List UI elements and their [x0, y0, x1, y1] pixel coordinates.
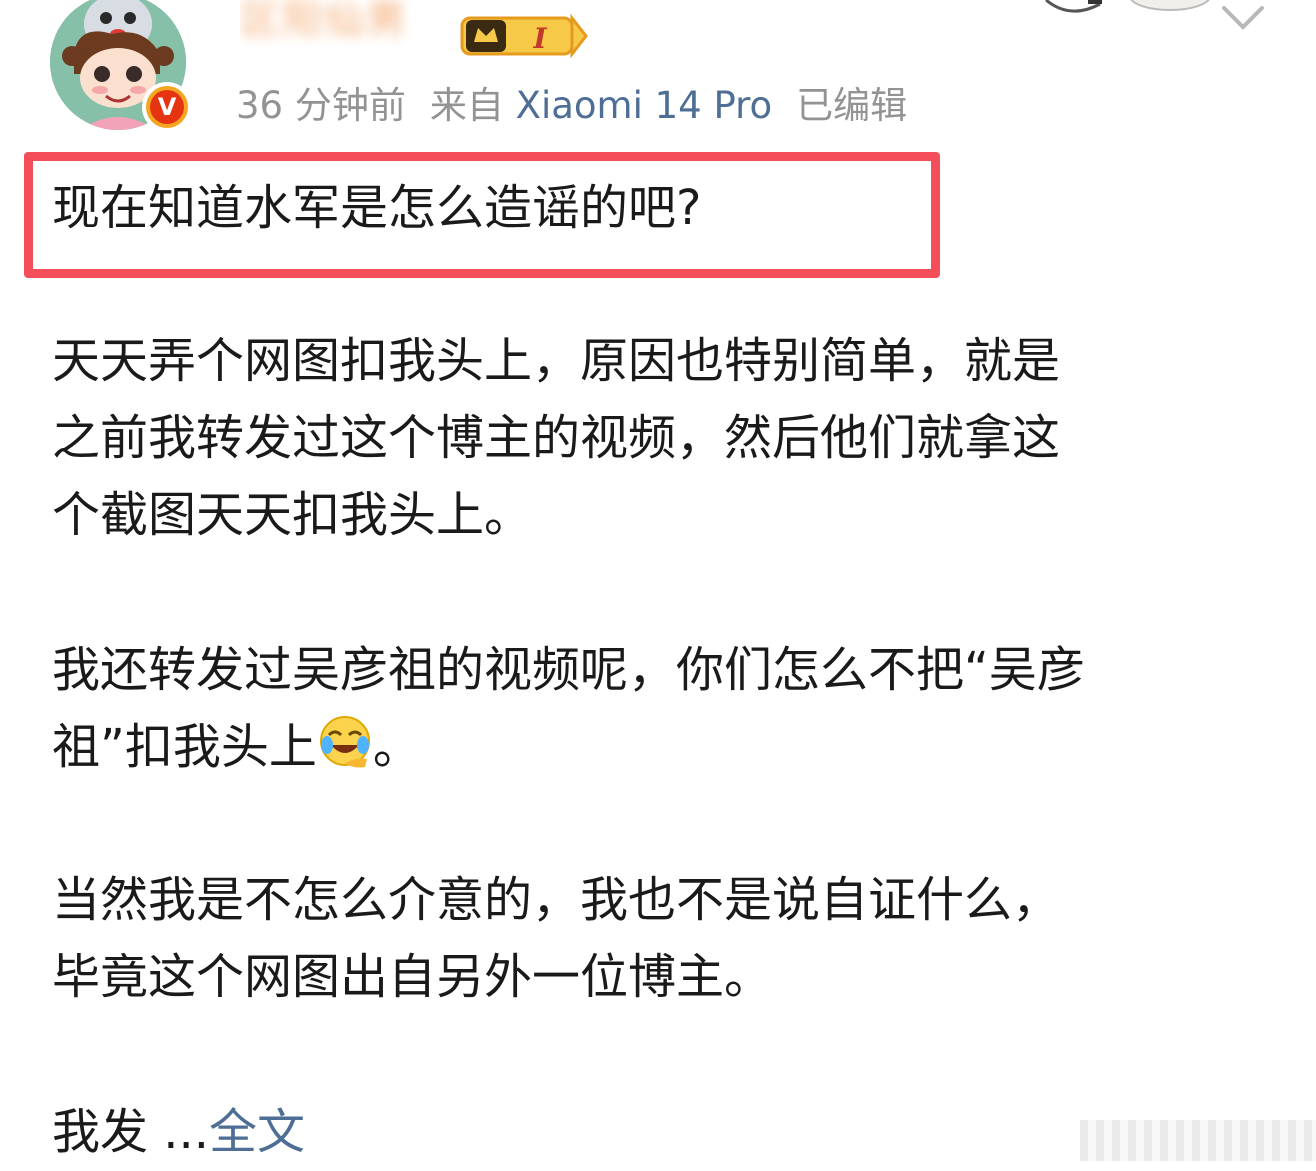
post-line: 当然我是不怎么介意的，我也不是说自证什么，: [52, 872, 1061, 928]
bottom-edge-artifact: [1080, 1120, 1316, 1161]
username[interactable]: 区阳仙男: [240, 0, 450, 56]
verified-mark: V: [150, 90, 184, 124]
post-line: 个截图天天扣我头上。: [52, 487, 533, 543]
post-line-text: 祖”扣我头上: [52, 719, 317, 775]
post-line: 祖”扣我头上 。: [52, 709, 1085, 786]
level-badge-text: I: [532, 22, 547, 55]
post-edited-label[interactable]: 已编辑: [796, 84, 907, 127]
post-line: 天天弄个网图扣我头上，原因也特别简单，就是: [52, 333, 1061, 389]
user-avatar-wrap[interactable]: V: [50, 0, 192, 134]
post-paragraph-1: 天天弄个网图扣我头上，原因也特别简单，就是 之前我转发过这个博主的视频，然后他们…: [52, 323, 1060, 554]
crown-level-badge-icon[interactable]: I: [460, 12, 590, 60]
post-line-punctuation: 。: [372, 719, 421, 775]
chevron-down-icon[interactable]: [1221, 2, 1265, 32]
post-line: 毕竟这个网图出自另外一位博主。: [52, 949, 773, 1005]
username-text: 区阳仙男: [240, 0, 408, 43]
highlight-text: 现在知道水军是怎么造谣的吧?: [52, 180, 702, 236]
post-meta: 36 分钟前 来自 Xiaomi 14 Pro 已编辑: [236, 82, 907, 130]
read-more-link[interactable]: 全文: [209, 1104, 305, 1160]
post-time: 36 分钟前: [236, 84, 406, 127]
verified-v-icon: V: [142, 82, 192, 132]
post-from-label: 来自: [429, 84, 504, 127]
post-line: 之前我转发过这个博主的视频，然后他们就拿这: [52, 410, 1061, 466]
decorative-cartoon-icon: [1045, 0, 1210, 13]
post-device-link[interactable]: Xiaomi 14 Pro: [516, 84, 773, 127]
post-line: 我还转发过吴彦祖的视频呢，你们怎么不把“吴彦: [52, 642, 1085, 698]
post-last-line: 我发 ...全文: [52, 1094, 305, 1171]
post-truncated-text: 我发 ...: [52, 1104, 210, 1160]
post-paragraph-3: 当然我是不怎么介意的，我也不是说自证什么， 毕竟这个网图出自另外一位博主。: [52, 862, 1060, 1016]
post-paragraph-2: 我还转发过吴彦祖的视频呢，你们怎么不把“吴彦 祖”扣我头上 。: [52, 632, 1085, 786]
laugh-cry-emoji-icon: [319, 716, 370, 768]
